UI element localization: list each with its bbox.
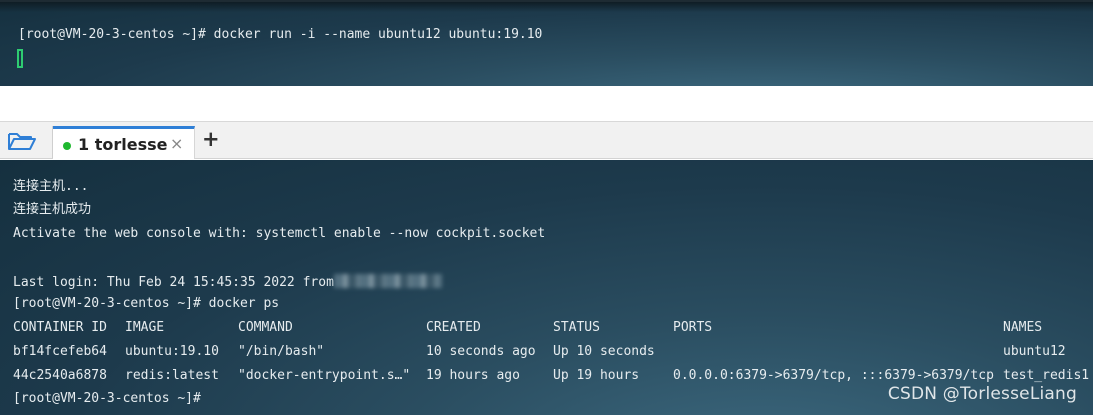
terminal-line: Activate the web console with: systemctl…	[13, 226, 546, 241]
prompt-line: [root@VM-20-3-centos ~]#	[13, 391, 201, 406]
close-icon[interactable]: ×	[170, 134, 183, 153]
ps-header-command: COMMAND	[238, 320, 293, 335]
tab-torlesse[interactable]: 1 torlesse ×	[53, 126, 195, 159]
ps-cell: "docker-entrypoint.s…"	[238, 368, 411, 383]
ps-header-status: STATUS	[553, 320, 600, 335]
terminal-cursor	[17, 49, 23, 68]
plus-icon[interactable]: +	[202, 128, 220, 150]
ps-cell: ubuntu:19.10	[125, 344, 219, 359]
prompt-line: [root@VM-20-3-centos ~]# docker ps	[13, 296, 280, 311]
command-line: [root@VM-20-3-centos ~]# docker run -i -…	[18, 27, 543, 42]
ps-cell: 0.0.0.0:6379->6379/tcp, :::6379->6379/tc…	[673, 368, 994, 383]
terminal-line: 连接主机...	[13, 179, 89, 194]
ps-header-names: NAMES	[1003, 320, 1043, 335]
last-login-text: Last login: Thu Feb 24 15:45:35 2022 fro…	[13, 275, 334, 290]
ps-header-ports: PORTS	[673, 320, 713, 335]
main-terminal-pane[interactable]: 连接主机... 连接主机成功 Activate the web console …	[0, 160, 1093, 415]
watermark: CSDN @TorlesseLiang	[887, 384, 1077, 404]
ps-header-created: CREATED	[426, 320, 481, 335]
ps-cell: Up 10 seconds	[553, 344, 655, 359]
ps-cell: test_redis1	[1003, 368, 1090, 383]
ps-header-id: CONTAINER ID	[13, 320, 107, 335]
ps-cell: redis:latest	[125, 368, 219, 383]
ps-header-image: IMAGE	[125, 320, 165, 335]
session-tab-bar: 1 torlesse × +	[0, 121, 1093, 159]
ps-cell: bf14fcefeb64	[13, 344, 107, 359]
ps-cell: Up 19 hours	[553, 368, 640, 383]
last-login-line: Last login: Thu Feb 24 15:45:35 2022 fro…	[13, 274, 442, 291]
terminal-line: 连接主机成功	[13, 202, 92, 217]
folder-open-icon[interactable]	[6, 129, 38, 153]
tab-label: 1 torlesse	[78, 135, 168, 154]
ps-cell: 44c2540a6878	[13, 368, 107, 383]
ps-cell: ubuntu12	[1003, 344, 1066, 359]
ps-cell: "/bin/bash"	[238, 344, 325, 359]
top-terminal-pane[interactable]: [root@VM-20-3-centos ~]# docker run -i -…	[0, 0, 1093, 86]
ps-cell: 10 seconds ago	[426, 344, 536, 359]
redacted-ip	[333, 274, 442, 288]
pane-shadow	[0, 2, 1093, 12]
ps-cell: 19 hours ago	[426, 368, 520, 383]
connected-status-icon	[63, 142, 71, 150]
